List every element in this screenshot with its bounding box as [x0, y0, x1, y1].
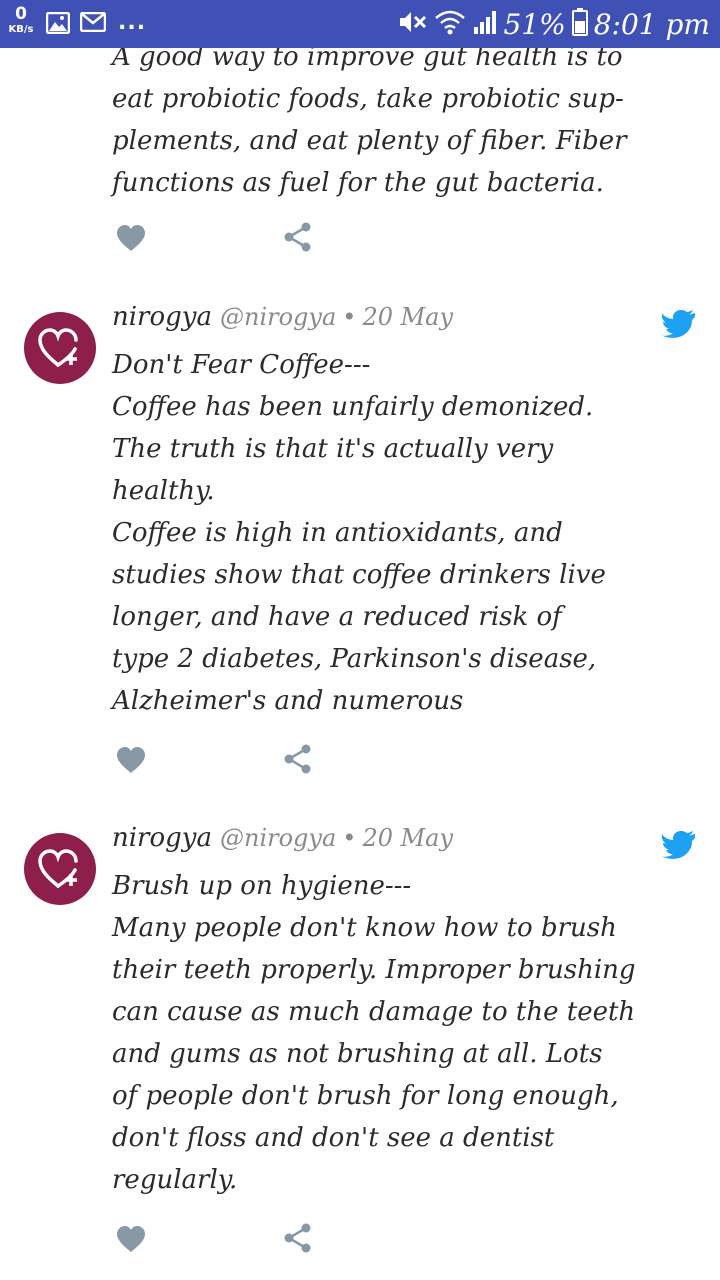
gallery-icon — [45, 11, 71, 38]
tweet-actions — [116, 744, 316, 778]
tweet-text: Don't Fear Coffee--- Coffee has been unf… — [112, 350, 606, 716]
tweet-text: A good way to improve gut health is to e… — [112, 48, 627, 198]
battery-percent: 51% — [503, 7, 566, 41]
tweet-actions — [116, 222, 316, 256]
share-icon[interactable] — [284, 744, 312, 778]
like-icon[interactable] — [116, 224, 146, 256]
like-icon[interactable] — [116, 746, 146, 778]
tweet-header: nirogya @nirogya • 20 May — [112, 302, 453, 344]
wifi-icon — [434, 9, 466, 39]
share-icon[interactable] — [284, 222, 312, 256]
avatar[interactable] — [24, 312, 96, 384]
user-name[interactable]: nirogya — [112, 823, 212, 853]
twitter-bird-icon[interactable] — [661, 310, 696, 342]
user-handle[interactable]: @nirogya — [220, 824, 336, 852]
separator: • — [342, 824, 357, 852]
network-speed-unit: KB/s — [8, 24, 34, 35]
share-icon[interactable] — [284, 1223, 312, 1257]
gmail-icon — [79, 11, 107, 36]
battery-icon — [571, 8, 588, 40]
clock: 8:01 pm — [593, 7, 710, 41]
overflow-indicator: ... — [118, 10, 147, 35]
avatar[interactable] — [24, 833, 96, 905]
heart-plus-icon — [38, 328, 78, 367]
mute-icon — [398, 9, 428, 39]
network-speed-value: 0 — [15, 4, 27, 24]
network-speed: 0 KB/s — [6, 6, 36, 35]
twitter-bird-icon[interactable] — [661, 831, 696, 863]
like-icon[interactable] — [116, 1225, 146, 1257]
tweet-date: 20 May — [362, 824, 454, 852]
tweet-text: Brush up on hygiene--- Many people don't… — [112, 871, 636, 1195]
heart-plus-icon — [38, 849, 78, 888]
tweet-date: 20 May — [362, 303, 454, 331]
user-name[interactable]: nirogya — [112, 302, 212, 332]
signal-icon — [472, 9, 498, 39]
tweet-actions — [116, 1223, 316, 1257]
tweet-feed[interactable]: A good way to improve gut health is to e… — [0, 48, 720, 1280]
user-handle[interactable]: @nirogya — [220, 303, 336, 331]
status-bar: 0 KB/s ... 51% 8:01 pm — [0, 0, 720, 48]
separator: • — [342, 303, 357, 331]
tweet-card[interactable]: nirogya @nirogya • 20 May Don't Fear Cof… — [0, 300, 720, 820]
tweet-header: nirogya @nirogya • 20 May — [112, 823, 453, 865]
tweet-card[interactable]: nirogya @nirogya • 20 May Brush up on hy… — [0, 821, 720, 1280]
